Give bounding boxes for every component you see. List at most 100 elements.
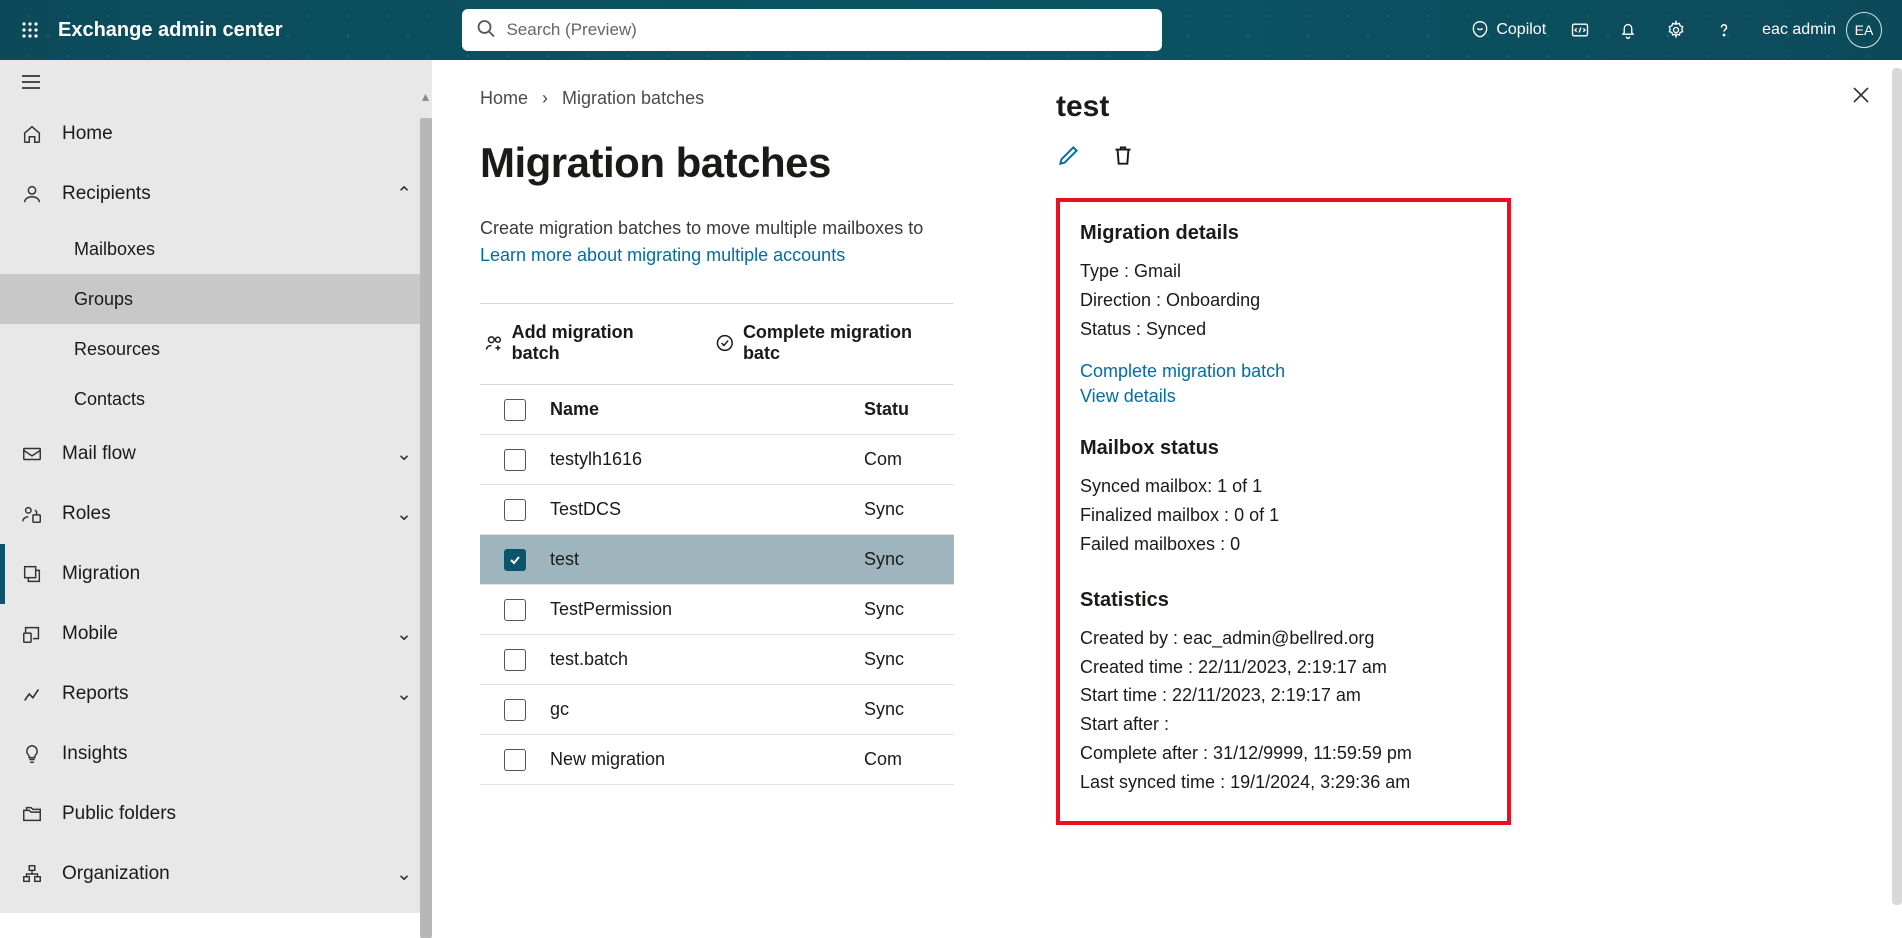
mailbox-failed: Failed mailboxes : 0	[1080, 530, 1487, 559]
sidebar-toggle[interactable]	[0, 60, 432, 104]
close-panel-button[interactable]	[1850, 84, 1872, 109]
migrate-icon	[20, 563, 44, 585]
sidebar-item-label: Recipients	[62, 183, 151, 205]
table-row[interactable]: New migrationCom	[480, 735, 954, 785]
sidebar-item-mobile[interactable]: Mobile⌄	[0, 604, 432, 664]
stat-start-time: Start time : 22/11/2023, 2:19:17 am	[1080, 681, 1487, 710]
sidebar-subitem-groups[interactable]: Groups	[0, 274, 432, 324]
complete-button-label: Complete migration batc	[743, 322, 950, 364]
sidebar-subitem-contacts[interactable]: Contacts	[0, 374, 432, 424]
sidebar-item-label: Insights	[62, 743, 127, 765]
subtitle-text: Create migration batches to move multipl…	[480, 218, 923, 238]
row-checkbox[interactable]	[504, 449, 526, 471]
row-checkbox-cell	[480, 649, 550, 671]
delete-icon[interactable]	[1110, 142, 1136, 168]
add-migration-batch-button[interactable]: Add migration batch	[480, 316, 687, 370]
chevron-up-icon: ⌃	[396, 183, 412, 206]
sidebar-item-organization[interactable]: Organization ⌄	[0, 844, 432, 904]
sidebar-item-label: Public folders	[62, 803, 176, 825]
row-name: TestPermission	[550, 599, 864, 620]
content-scrollbar[interactable]	[1892, 68, 1902, 905]
table-row[interactable]: gcSync	[480, 685, 954, 735]
sidebar-item-mail-flow[interactable]: Mail flow⌄	[0, 424, 432, 484]
migration-direction: Direction : Onboarding	[1080, 286, 1487, 315]
row-status: Com	[864, 449, 954, 470]
toolbar: Add migration batch Complete migration b…	[480, 316, 954, 370]
page-title: Migration batches	[480, 139, 954, 187]
sidebar-item-migration[interactable]: Migration	[0, 544, 432, 604]
user-menu[interactable]: eac admin EA	[1750, 12, 1890, 48]
sidebar-item-roles[interactable]: Roles⌄	[0, 484, 432, 544]
row-checkbox-cell	[480, 749, 550, 771]
scroll-up-icon[interactable]: ▴	[422, 88, 430, 96]
row-checkbox[interactable]	[504, 699, 526, 721]
stat-complete-after: Complete after : 31/12/9999, 11:59:59 pm	[1080, 739, 1487, 768]
row-checkbox[interactable]	[504, 749, 526, 771]
sidebar-item-label: Roles	[62, 503, 111, 525]
mailbox-status-heading: Mailbox status	[1080, 437, 1487, 460]
row-name: test	[550, 549, 864, 570]
panel-actions	[1056, 142, 1862, 168]
column-status[interactable]: Statu	[864, 399, 954, 420]
table-row[interactable]: TestDCSSync	[480, 485, 954, 535]
person-icon	[20, 183, 44, 205]
app-title: Exchange admin center	[58, 19, 283, 42]
table-row[interactable]: TestPermissionSync	[480, 585, 954, 635]
sidebar-subitem-resources[interactable]: Resources	[0, 324, 432, 374]
settings-icon[interactable]	[1654, 8, 1698, 52]
top-actions: Copilot eac admin EA	[1462, 8, 1890, 52]
notifications-icon[interactable]	[1606, 8, 1650, 52]
edit-icon[interactable]	[1056, 142, 1082, 168]
breadcrumb-current: Migration batches	[562, 88, 704, 109]
mailbox-finalized: Finalized mailbox : 0 of 1	[1080, 501, 1487, 530]
sidebar-scrollbar[interactable]	[420, 118, 432, 938]
row-checkbox[interactable]	[504, 549, 526, 571]
complete-batch-link[interactable]: Complete migration batch	[1080, 361, 1487, 382]
complete-migration-batch-button[interactable]: Complete migration batc	[711, 316, 954, 370]
row-checkbox[interactable]	[504, 649, 526, 671]
column-name[interactable]: Name	[550, 399, 864, 420]
row-checkbox[interactable]	[504, 499, 526, 521]
breadcrumb-home[interactable]: Home	[480, 88, 528, 109]
sidebar-item-home[interactable]: Home	[0, 104, 432, 164]
folders-icon	[20, 803, 44, 825]
help-icon[interactable]	[1702, 8, 1746, 52]
table-row[interactable]: testylh1616Com	[480, 435, 954, 485]
view-details-link[interactable]: View details	[1080, 386, 1487, 407]
row-checkbox-cell	[480, 549, 550, 571]
row-status: Sync	[864, 599, 954, 620]
row-checkbox-cell	[480, 699, 550, 721]
migration-status: Status : Synced	[1080, 315, 1487, 344]
learn-more-link[interactable]: Learn more about migrating multiple acco…	[480, 245, 845, 265]
select-all-checkbox[interactable]	[504, 399, 526, 421]
content-area: Home › Migration batches Migration batch…	[432, 60, 1902, 913]
stat-start-after: Start after :	[1080, 710, 1487, 739]
divider	[480, 303, 954, 304]
shell: ▴ Home Recipients ⌃ MailboxesGroupsResource…	[0, 60, 1902, 913]
table-row[interactable]: test.batchSync	[480, 635, 954, 685]
sidebar-item-insights[interactable]: Insights	[0, 724, 432, 784]
sidebar-item-recipients[interactable]: Recipients ⌃	[0, 164, 432, 224]
sidebar: ▴ Home Recipients ⌃ MailboxesGroupsResource…	[0, 60, 432, 913]
sidebar-item-public-folders[interactable]: Public folders	[0, 784, 432, 844]
chevron-down-icon: ⌄	[396, 863, 412, 886]
sidebar-subitem-mailboxes[interactable]: Mailboxes	[0, 224, 432, 274]
stat-last-synced: Last synced time : 19/1/2024, 3:29:36 am	[1080, 768, 1487, 797]
sidebar-item-reports[interactable]: Reports ⌄	[0, 664, 432, 724]
row-checkbox[interactable]	[504, 599, 526, 621]
chevron-right-icon: ›	[542, 88, 548, 109]
row-status: Com	[864, 749, 954, 770]
app-launcher-icon[interactable]	[12, 12, 48, 48]
home-icon	[20, 123, 44, 145]
table-body: testylh1616ComTestDCSSynctestSyncTestPer…	[480, 435, 954, 785]
search-input[interactable]	[462, 9, 1162, 51]
sidebar-item-label: Organization	[62, 863, 170, 885]
row-status: Sync	[864, 549, 954, 570]
copilot-button[interactable]: Copilot	[1462, 20, 1554, 40]
sidebar-item-label: Reports	[62, 683, 129, 705]
table-row[interactable]: testSync	[480, 535, 954, 585]
row-checkbox-cell	[480, 449, 550, 471]
devtools-icon[interactable]	[1558, 8, 1602, 52]
row-name: New migration	[550, 749, 864, 770]
chevron-down-icon: ⌄	[396, 683, 412, 706]
